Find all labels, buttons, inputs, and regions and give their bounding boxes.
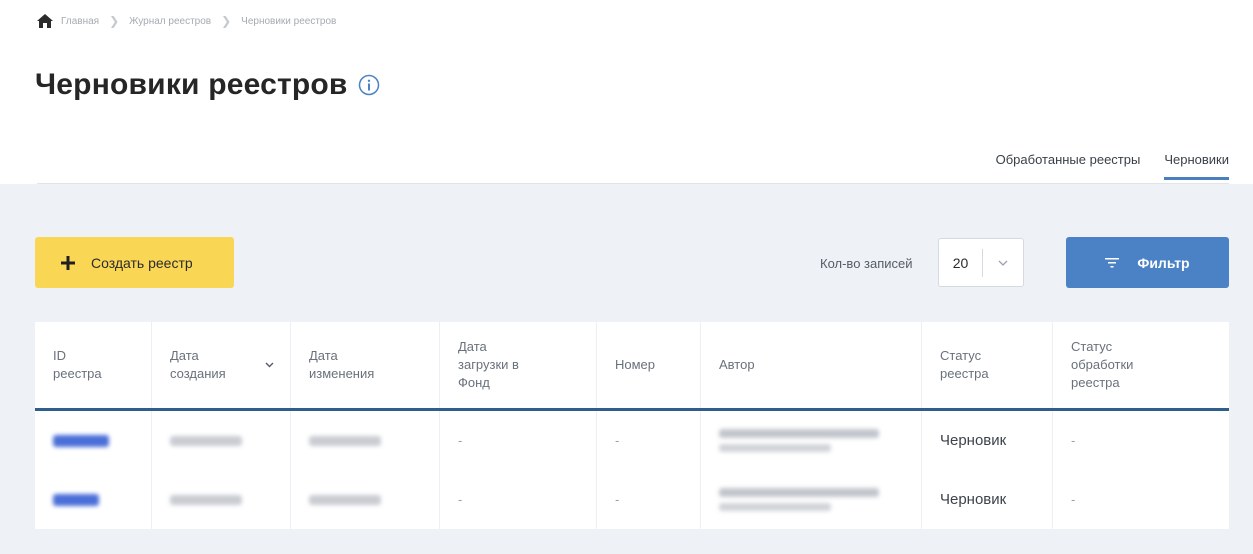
- changed-date-redacted: [309, 494, 381, 505]
- header-processing-status: Статус обработки реестра: [1053, 322, 1229, 408]
- header-author-text: Автор: [719, 357, 755, 372]
- header-author: Автор: [701, 322, 922, 408]
- header-id-line-2: реестра: [53, 366, 102, 381]
- header-uploaded: Дата загрузки в Фонд: [440, 322, 597, 408]
- author-redacted: [719, 488, 879, 511]
- header-processing-line-1: Статус: [1071, 339, 1113, 354]
- uploaded-date-cell: -: [440, 411, 597, 470]
- table-header-row: ID реестра Дата создания Дата изменения Дат…: [35, 322, 1229, 411]
- plus-icon: [61, 255, 75, 270]
- sort-down-icon: [265, 362, 274, 368]
- status-cell: Черновик: [922, 411, 1053, 470]
- header-uploaded-line-2: загрузки в: [458, 357, 519, 372]
- header-changed-line-1: Дата: [309, 348, 338, 363]
- header-number-text: Номер: [615, 357, 656, 372]
- info-icon[interactable]: [358, 74, 380, 96]
- registry-id-link-redacted[interactable]: [53, 493, 99, 506]
- registries-table: ID реестра Дата создания Дата изменения Дат…: [35, 322, 1229, 529]
- breadcrumb-separator-icon: ❯: [221, 14, 232, 28]
- header-uploaded-line-1: Дата: [458, 339, 487, 354]
- breadcrumb-home[interactable]: Главная: [61, 16, 99, 27]
- registry-id-link-redacted[interactable]: [53, 434, 109, 447]
- filter-icon: [1105, 257, 1120, 267]
- breadcrumb-current: Черновики реестров: [241, 15, 337, 27]
- header-id: ID реестра: [35, 322, 152, 408]
- header-processing-line-2: обработки: [1071, 357, 1134, 372]
- chevron-down-icon: [998, 260, 1008, 266]
- page-title: Черновики реестров: [35, 68, 348, 101]
- header-status: Статус реестра: [922, 322, 1053, 408]
- content-panel: Создать реестр Кол-во записей 20 Фильтр …: [0, 184, 1253, 554]
- create-registry-button[interactable]: Создать реестр: [35, 237, 234, 288]
- uploaded-date-cell: -: [440, 470, 597, 529]
- processing-status-cell: -: [1071, 491, 1076, 507]
- header-created-sort[interactable]: Дата создания: [152, 322, 291, 408]
- breadcrumb: Главная ❯ Журнал реестров ❯ Черновики ре…: [37, 12, 336, 30]
- table-row[interactable]: - - Черновик -: [35, 411, 1229, 470]
- number-cell: -: [597, 411, 701, 470]
- header-changed: Дата изменения: [291, 322, 440, 408]
- header-created-line-1: Дата: [170, 348, 199, 363]
- records-count-value: 20: [939, 248, 983, 277]
- processing-status-cell: -: [1071, 432, 1076, 448]
- home-icon[interactable]: [37, 14, 53, 28]
- number-cell: -: [597, 470, 701, 529]
- created-date-redacted: [170, 435, 242, 446]
- changed-date-redacted: [309, 435, 381, 446]
- header-id-line-1: ID: [53, 348, 66, 363]
- table-row[interactable]: - - Черновик -: [35, 470, 1229, 529]
- tab-drafts[interactable]: Черновики: [1164, 152, 1229, 180]
- filter-button[interactable]: Фильтр: [1066, 237, 1229, 288]
- header-changed-line-2: изменения: [309, 366, 375, 381]
- records-count-label: Кол-во записей: [820, 256, 913, 271]
- header-status-line-2: реестра: [940, 366, 989, 381]
- breadcrumb-separator-icon: ❯: [109, 14, 120, 28]
- header-processing-line-3: реестра: [1071, 375, 1120, 390]
- header-created-line-2: создания: [170, 366, 226, 381]
- create-registry-label: Создать реестр: [91, 254, 193, 271]
- page-header: Черновики реестров: [35, 68, 380, 102]
- header-status-line-1: Статус: [940, 348, 982, 363]
- status-cell: Черновик: [922, 470, 1053, 529]
- header-number: Номер: [597, 322, 701, 408]
- tabs: Обработанные реестры Черновики: [972, 152, 1229, 180]
- records-count-select[interactable]: 20: [938, 238, 1024, 287]
- created-date-redacted: [170, 494, 242, 505]
- author-redacted: [719, 429, 879, 452]
- header-uploaded-line-3: Фонд: [458, 375, 490, 390]
- tab-processed-registries[interactable]: Обработанные реестры: [996, 152, 1141, 180]
- filter-label: Фильтр: [1137, 254, 1190, 271]
- breadcrumb-journal[interactable]: Журнал реестров: [129, 16, 211, 27]
